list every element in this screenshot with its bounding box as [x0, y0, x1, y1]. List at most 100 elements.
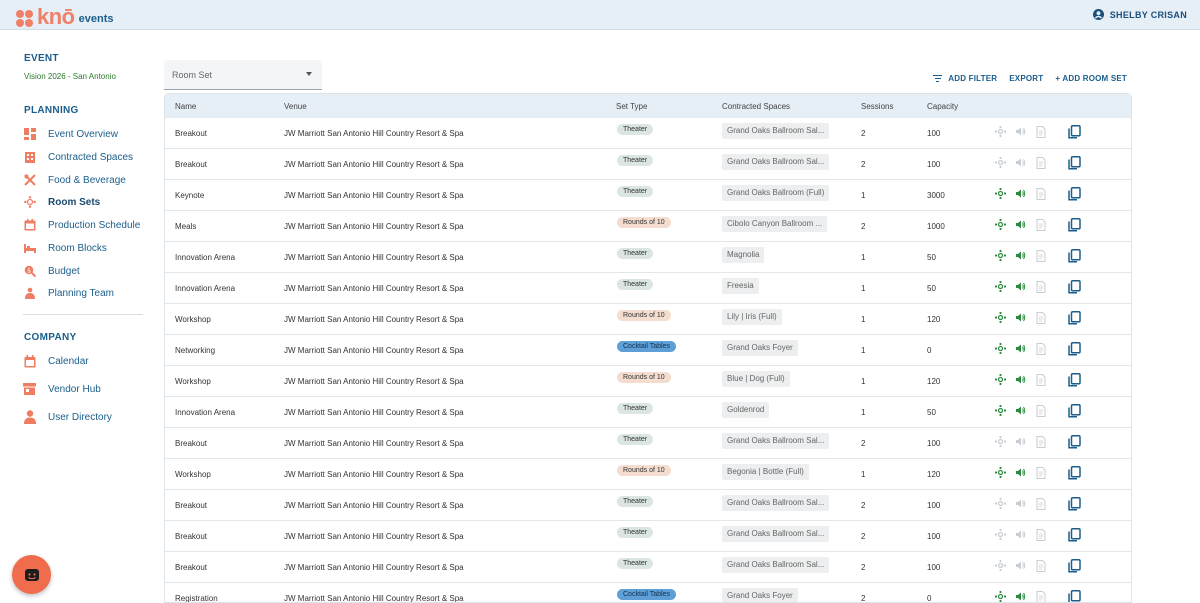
- table-row[interactable]: Workshop JW Marriott San Antonio Hill Cou…: [165, 459, 1131, 490]
- table-row[interactable]: Keynote JW Marriott San Antonio Hill Coun…: [165, 180, 1131, 211]
- table-row[interactable]: Innovation Arena JW Marriott San Antonio …: [165, 397, 1131, 428]
- document-icon[interactable]: [1036, 188, 1047, 200]
- volume-icon[interactable]: [1015, 436, 1026, 447]
- sidebar-item-calendar[interactable]: Calendar: [23, 354, 89, 368]
- copy-icon[interactable]: [1068, 590, 1081, 602]
- volume-icon[interactable]: [1015, 126, 1026, 137]
- volume-icon[interactable]: [1015, 219, 1026, 230]
- document-icon[interactable]: [1036, 219, 1047, 231]
- move-icon[interactable]: [994, 280, 1007, 293]
- volume-icon[interactable]: [1015, 312, 1026, 323]
- move-icon[interactable]: [994, 528, 1007, 541]
- table-row[interactable]: Workshop JW Marriott San Antonio Hill Cou…: [165, 366, 1131, 397]
- copy-icon[interactable]: [1068, 497, 1081, 511]
- volume-icon[interactable]: [1015, 374, 1026, 385]
- document-icon[interactable]: [1036, 467, 1047, 479]
- move-icon[interactable]: [994, 218, 1007, 231]
- document-icon[interactable]: [1036, 498, 1047, 510]
- move-icon[interactable]: [994, 404, 1007, 417]
- table-row[interactable]: Workshop JW Marriott San Antonio Hill Cou…: [165, 304, 1131, 335]
- table-row[interactable]: Networking JW Marriott San Antonio Hill C…: [165, 335, 1131, 366]
- column-header-capacity[interactable]: Capacity: [927, 102, 958, 111]
- sidebar-item-room-sets[interactable]: Room Sets: [23, 195, 100, 209]
- chat-button[interactable]: [12, 555, 51, 594]
- copy-icon[interactable]: [1068, 466, 1081, 480]
- column-header-name[interactable]: Name: [175, 102, 196, 111]
- move-icon[interactable]: [994, 559, 1007, 572]
- sidebar-item-production-schedule[interactable]: Production Schedule: [23, 218, 140, 232]
- document-icon[interactable]: [1036, 436, 1047, 448]
- table-row[interactable]: Breakout JW Marriott San Antonio Hill Cou…: [165, 490, 1131, 521]
- table-row[interactable]: Breakout JW Marriott San Antonio Hill Cou…: [165, 521, 1131, 552]
- document-icon[interactable]: [1036, 560, 1047, 572]
- sidebar-item-user-directory[interactable]: User Directory: [23, 410, 112, 424]
- copy-icon[interactable]: [1068, 404, 1081, 418]
- add-filter-button[interactable]: ADD FILTER: [933, 74, 997, 83]
- document-icon[interactable]: [1036, 250, 1047, 262]
- document-icon[interactable]: [1036, 374, 1047, 386]
- table-row[interactable]: Breakout JW Marriott San Antonio Hill Cou…: [165, 552, 1131, 583]
- table-row[interactable]: Registration JW Marriott San Antonio Hill…: [165, 583, 1131, 602]
- document-icon[interactable]: [1036, 529, 1047, 541]
- volume-icon[interactable]: [1015, 343, 1026, 354]
- move-icon[interactable]: [994, 249, 1007, 262]
- volume-icon[interactable]: [1015, 467, 1026, 478]
- copy-icon[interactable]: [1068, 342, 1081, 356]
- volume-icon[interactable]: [1015, 157, 1026, 168]
- move-icon[interactable]: [994, 342, 1007, 355]
- export-button[interactable]: EXPORT: [1009, 74, 1043, 83]
- copy-icon[interactable]: [1068, 528, 1081, 542]
- move-icon[interactable]: [994, 187, 1007, 200]
- room-set-select[interactable]: Room Set: [164, 60, 322, 90]
- copy-icon[interactable]: [1068, 311, 1081, 325]
- document-icon[interactable]: [1036, 157, 1047, 169]
- volume-icon[interactable]: [1015, 405, 1026, 416]
- move-icon[interactable]: [994, 466, 1007, 479]
- volume-icon[interactable]: [1015, 498, 1026, 509]
- user-menu[interactable]: SHELBY CRISAN: [1092, 9, 1187, 20]
- volume-icon[interactable]: [1015, 560, 1026, 571]
- column-header-sessions[interactable]: Sessions: [861, 102, 893, 111]
- column-header-venue[interactable]: Venue: [284, 102, 307, 111]
- document-icon[interactable]: [1036, 405, 1047, 417]
- brand-logo[interactable]: knō events: [16, 2, 113, 28]
- event-name[interactable]: Vision 2026 - San Antonio: [24, 72, 116, 81]
- move-icon[interactable]: [994, 435, 1007, 448]
- move-icon[interactable]: [994, 125, 1007, 138]
- column-header-contracted-spaces[interactable]: Contracted Spaces: [722, 102, 790, 111]
- copy-icon[interactable]: [1068, 156, 1081, 170]
- copy-icon[interactable]: [1068, 249, 1081, 263]
- sidebar-item-contracted-spaces[interactable]: Contracted Spaces: [23, 150, 133, 164]
- move-icon[interactable]: [994, 156, 1007, 169]
- column-header-set-type[interactable]: Set Type: [616, 102, 647, 111]
- table-row[interactable]: Breakout JW Marriott San Antonio Hill Cou…: [165, 428, 1131, 459]
- sidebar-item-budget[interactable]: $ Budget: [23, 264, 80, 278]
- document-icon[interactable]: [1036, 126, 1047, 138]
- add-room-set-button[interactable]: + ADD ROOM SET: [1055, 74, 1127, 83]
- copy-icon[interactable]: [1068, 559, 1081, 573]
- volume-icon[interactable]: [1015, 529, 1026, 540]
- sidebar-item-planning-team[interactable]: Planning Team: [23, 286, 114, 300]
- document-icon[interactable]: [1036, 281, 1047, 293]
- sidebar-item-vendor-hub[interactable]: Vendor Hub: [23, 382, 101, 396]
- volume-icon[interactable]: [1015, 250, 1026, 261]
- move-icon[interactable]: [994, 497, 1007, 510]
- table-row[interactable]: Meals JW Marriott San Antonio Hill Countr…: [165, 211, 1131, 242]
- sidebar-item-event-overview[interactable]: Event Overview: [23, 127, 118, 141]
- volume-icon[interactable]: [1015, 281, 1026, 292]
- volume-icon[interactable]: [1015, 591, 1026, 602]
- document-icon[interactable]: [1036, 591, 1047, 602]
- copy-icon[interactable]: [1068, 218, 1081, 232]
- sidebar-item-room-blocks[interactable]: Room Blocks: [23, 241, 107, 255]
- copy-icon[interactable]: [1068, 125, 1081, 139]
- copy-icon[interactable]: [1068, 435, 1081, 449]
- copy-icon[interactable]: [1068, 373, 1081, 387]
- document-icon[interactable]: [1036, 312, 1047, 324]
- table-row[interactable]: Breakout JW Marriott San Antonio Hill Cou…: [165, 149, 1131, 180]
- sidebar-item-food-beverage[interactable]: Food & Beverage: [23, 173, 126, 187]
- table-row[interactable]: Breakout JW Marriott San Antonio Hill Cou…: [165, 118, 1131, 149]
- document-icon[interactable]: [1036, 343, 1047, 355]
- volume-icon[interactable]: [1015, 188, 1026, 199]
- move-icon[interactable]: [994, 590, 1007, 602]
- copy-icon[interactable]: [1068, 280, 1081, 294]
